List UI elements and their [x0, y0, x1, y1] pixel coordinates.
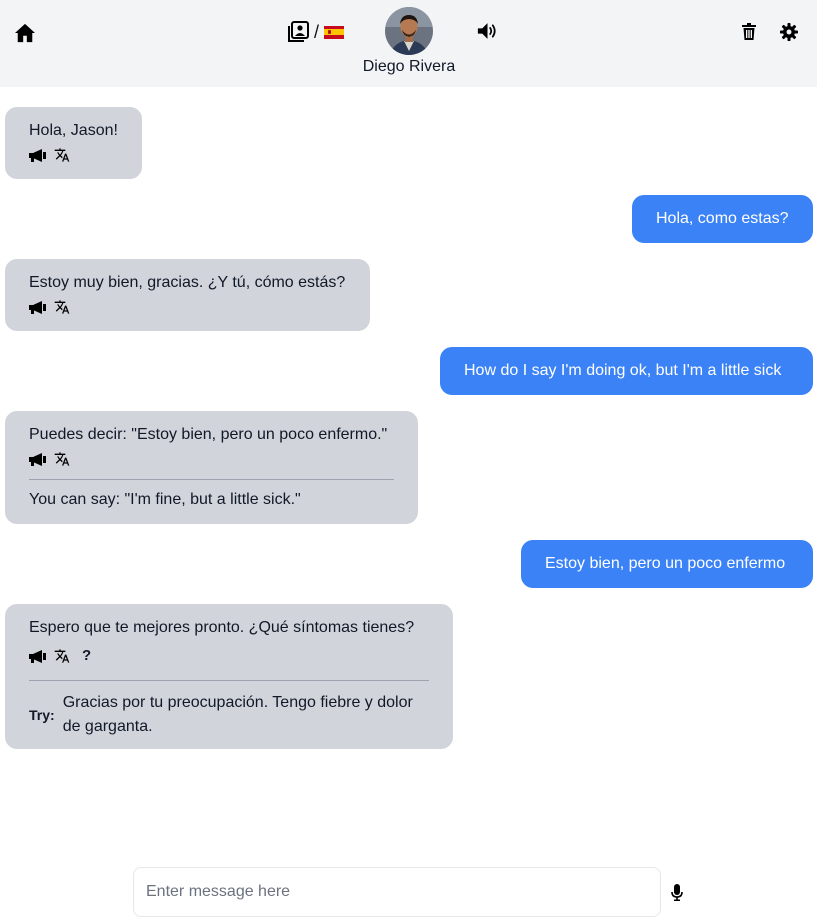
bot-message: Espero que te mejores pronto. ¿Qué sínto… — [5, 604, 453, 749]
play-audio-button[interactable] — [29, 452, 46, 466]
book-portrait-icon — [288, 21, 309, 42]
suggestion-text: Gracias por tu preocupación. Tengo fiebr… — [62, 694, 413, 735]
message-text: How do I say I'm doing ok, but I'm a lit… — [464, 362, 782, 379]
home-button[interactable] — [13, 21, 37, 45]
message-text: Espero que te mejores pronto. ¿Qué sínto… — [29, 619, 415, 636]
user-message: Hola, como estas? — [632, 195, 813, 243]
bot-message: Puedes decir: "Estoy bien, pero un poco … — [5, 411, 418, 524]
translate-icon — [54, 300, 70, 314]
gear-icon — [779, 22, 798, 41]
home-icon — [15, 23, 35, 43]
clear-chat-button[interactable] — [740, 22, 758, 40]
message-actions — [29, 143, 118, 167]
microphone-button[interactable] — [670, 882, 684, 902]
spain-flag-icon — [324, 25, 345, 39]
settings-button[interactable] — [779, 22, 798, 41]
play-audio-button[interactable] — [29, 300, 46, 314]
suggestion[interactable]: Try: Gracias por tu preocupación. Tengo … — [29, 691, 429, 739]
translation-text: You can say: "I'm fine, but a little sic… — [29, 491, 301, 508]
contact-name: Diego Rivera — [362, 58, 456, 75]
message-text: Estoy bien, pero un poco enfermo — [545, 555, 786, 572]
translate-icon — [54, 148, 70, 162]
speaker-icon — [477, 23, 496, 39]
language-selector[interactable]: / — [287, 20, 345, 44]
play-audio-button[interactable] — [29, 649, 46, 663]
translate-button[interactable] — [54, 648, 70, 664]
user-message: How do I say I'm doing ok, but I'm a lit… — [440, 347, 813, 395]
language-separator: / — [314, 21, 320, 42]
translate-icon — [54, 649, 70, 663]
speaker-toggle-button[interactable] — [476, 20, 498, 42]
message-actions — [29, 447, 394, 471]
user-message: Estoy bien, pero un poco enfermo — [521, 540, 813, 588]
microphone-icon — [671, 883, 683, 901]
translate-icon — [54, 452, 70, 466]
message-text: Estoy muy bien, gracias. ¿Y tú, cómo est… — [29, 274, 346, 291]
megaphone-icon — [29, 452, 46, 466]
divider — [29, 479, 394, 480]
translate-button[interactable] — [54, 147, 70, 163]
message-input[interactable] — [134, 868, 660, 916]
bot-message: Estoy muy bien, gracias. ¿Y tú, cómo est… — [5, 259, 370, 331]
play-audio-button[interactable] — [29, 148, 46, 162]
translate-button[interactable] — [54, 299, 70, 315]
megaphone-icon — [29, 649, 46, 663]
message-actions: ? — [29, 640, 429, 672]
message-actions — [29, 295, 346, 319]
avatar[interactable] — [385, 7, 433, 55]
help-button[interactable]: ? — [82, 644, 91, 668]
message-text: Hola, Jason! — [29, 122, 118, 139]
divider — [29, 680, 429, 681]
try-label: Try: — [29, 707, 55, 723]
megaphone-icon — [29, 300, 46, 314]
message-text: Hola, como estas? — [656, 210, 789, 227]
translate-button[interactable] — [54, 451, 70, 467]
megaphone-icon — [29, 148, 46, 162]
trash-icon — [742, 22, 756, 40]
message-input-wrapper — [133, 867, 661, 917]
top-bar: / Diego Rivera — [0, 0, 817, 87]
bot-message: Hola, Jason! — [5, 107, 142, 179]
message-text: Puedes decir: "Estoy bien, pero un poco … — [29, 426, 388, 443]
